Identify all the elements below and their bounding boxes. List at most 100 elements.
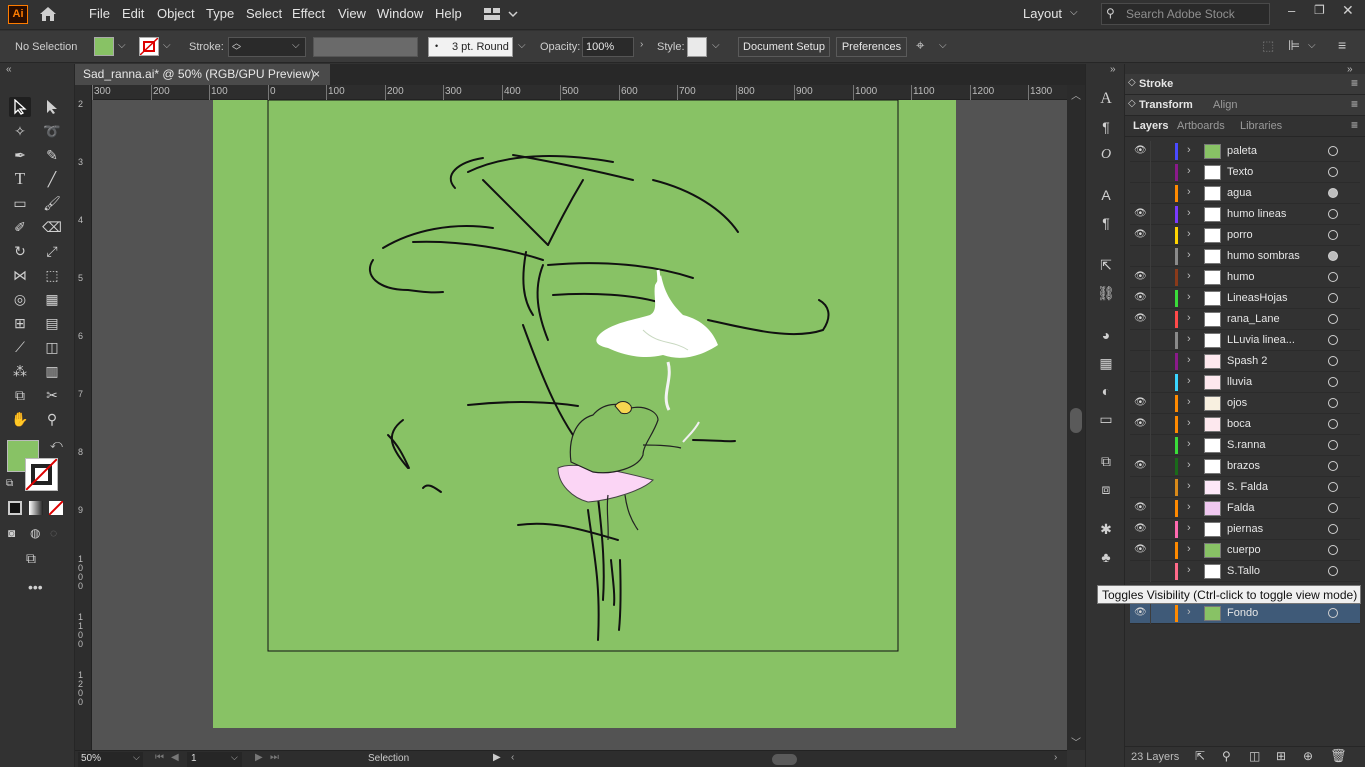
align-icon[interactable]: ⊫ (1288, 37, 1300, 54)
artboard-number-field[interactable]: 1 ⌵ (187, 752, 242, 767)
stroke-weight-stepper[interactable]: ︿ ﹀ ⌵ (228, 37, 306, 57)
lock-column[interactable] (1150, 183, 1151, 204)
visibility-eye-icon[interactable]: 👁 (1134, 271, 1147, 282)
variable-width-profile[interactable] (313, 37, 418, 57)
visibility-eye-icon[interactable]: 👁 (1134, 418, 1147, 429)
layer-row[interactable]: › Spash 2 (1130, 351, 1360, 372)
chevron-down-icon[interactable]: ⌵ (939, 40, 947, 51)
expand-icon[interactable]: ◇ (1128, 98, 1136, 109)
layer-row[interactable]: › lluvia (1130, 372, 1360, 393)
character-styles-icon[interactable]: A (1096, 185, 1116, 205)
lock-column[interactable] (1150, 330, 1151, 351)
menu-edit[interactable]: Edit (122, 6, 144, 21)
rectangle-tool-icon[interactable]: ▭ (9, 193, 31, 213)
layer-row[interactable]: 👁 › Falda (1130, 498, 1360, 519)
layer-row[interactable]: 👁 › ojos (1130, 393, 1360, 414)
layer-row[interactable]: 👁 › piernas (1130, 519, 1360, 540)
stock-search-field[interactable]: ⚲ Search Adobe Stock (1101, 3, 1270, 25)
visibility-eye-icon[interactable]: 👁 (1134, 208, 1147, 219)
screen-mode-icon[interactable]: ⧉ (26, 550, 36, 567)
layer-name[interactable]: cuerpo (1227, 544, 1261, 556)
transform-icon[interactable]: ⬚ (1262, 38, 1274, 54)
target-icon[interactable] (1328, 335, 1338, 345)
layer-row[interactable]: 👁 › Fondo (1130, 603, 1360, 624)
paintbrush-tool-icon[interactable]: 🖌 (41, 193, 63, 213)
tab-align[interactable]: Align (1213, 99, 1237, 111)
menu-type[interactable]: Type (206, 6, 234, 21)
edit-toolbar-icon[interactable]: ••• (28, 579, 43, 595)
layer-name[interactable]: S.ranna (1227, 439, 1266, 451)
chevron-down-icon[interactable]: ⌵ (292, 40, 300, 51)
arrange-documents-icon[interactable] (483, 7, 519, 21)
layer-name[interactable]: agua (1227, 187, 1251, 199)
layer-row[interactable]: › humo sombras (1130, 246, 1360, 267)
lock-column[interactable] (1150, 393, 1151, 414)
layer-name[interactable]: humo sombras (1227, 250, 1300, 262)
stroke-swatch[interactable] (139, 37, 159, 56)
type-tool-icon[interactable]: T (9, 169, 31, 189)
chevron-right-icon[interactable]: › (1187, 228, 1191, 240)
chevron-right-icon[interactable]: › (1187, 417, 1191, 429)
target-icon[interactable] (1328, 503, 1338, 513)
collapse-icon[interactable]: « (6, 64, 12, 75)
stroke-color-swatch[interactable] (25, 458, 58, 491)
visibility-eye-icon[interactable]: 👁 (1134, 397, 1147, 408)
chevron-down-icon[interactable]: ⌵ (118, 40, 126, 51)
brushes-icon[interactable]: ✱ (1096, 519, 1116, 539)
chevron-right-icon[interactable]: › (1187, 606, 1191, 618)
layer-name[interactable]: ojos (1227, 397, 1247, 409)
next-artboard-icon[interactable]: ▶ (255, 752, 263, 763)
visibility-eye-icon[interactable]: 👁 (1134, 523, 1147, 534)
layer-row[interactable]: › agua (1130, 183, 1360, 204)
tab-libraries[interactable]: Libraries (1240, 120, 1282, 132)
home-icon[interactable] (38, 4, 58, 24)
minimize-icon[interactable]: – (1288, 3, 1295, 18)
chevron-right-icon[interactable]: › (1187, 144, 1191, 156)
layer-row[interactable]: 👁 › LineasHojas (1130, 288, 1360, 309)
lock-column[interactable] (1150, 477, 1151, 498)
layer-row[interactable]: 👁 › rana_Lane (1130, 309, 1360, 330)
layer-row[interactable]: › S.ranna (1130, 435, 1360, 456)
target-icon[interactable] (1328, 419, 1338, 429)
shape-builder-tool-icon[interactable]: ◎ (9, 289, 31, 309)
target-icon[interactable] (1328, 167, 1338, 177)
target-icon[interactable] (1328, 398, 1338, 408)
eyedropper-tool-icon[interactable]: ⟋ (9, 337, 31, 357)
shaper-tool-icon[interactable]: ✐ (9, 217, 31, 237)
lock-column[interactable] (1150, 225, 1151, 246)
symbols-icon[interactable]: ♣ (1096, 547, 1116, 567)
first-artboard-icon[interactable]: ⏮ (155, 752, 164, 763)
chevron-right-icon[interactable]: › (1187, 312, 1191, 324)
tab-transform[interactable]: Transform (1139, 99, 1193, 111)
draw-inside-icon[interactable]: ◌ (50, 526, 57, 540)
gradient-tool-icon[interactable]: ▤ (41, 313, 63, 333)
layer-name[interactable]: brazos (1227, 460, 1260, 472)
chevron-right-icon[interactable]: › (1187, 165, 1191, 177)
lasso-tool-icon[interactable]: ➰ (41, 121, 63, 141)
target-icon[interactable] (1328, 209, 1338, 219)
layer-row[interactable]: › S.Tallo (1130, 561, 1360, 582)
layer-name[interactable]: S.Tallo (1227, 565, 1260, 577)
draw-behind-icon[interactable]: ◍ (30, 526, 40, 540)
chevron-down-icon[interactable]: ﹀ (1071, 734, 1081, 749)
opacity-field[interactable]: 100% (582, 37, 634, 57)
workspace-switcher[interactable]: Layout (1023, 6, 1062, 21)
chevron-right-icon[interactable]: › (1187, 396, 1191, 408)
layer-row[interactable]: › Texto (1130, 162, 1360, 183)
delete-layer-icon[interactable]: 🗑 (1330, 748, 1347, 764)
clipping-mask-icon[interactable]: ◫ (1249, 749, 1260, 763)
chevron-down-icon[interactable]: ⌵ (712, 40, 720, 51)
menu-view[interactable]: View (338, 6, 366, 21)
direct-selection-tool-icon[interactable] (41, 97, 63, 117)
chevron-right-icon[interactable]: › (1187, 291, 1191, 303)
lock-column[interactable] (1150, 267, 1151, 288)
target-icon[interactable] (1328, 188, 1338, 198)
lock-column[interactable] (1150, 414, 1151, 435)
menu-select[interactable]: Select (246, 6, 282, 21)
line-tool-icon[interactable]: ╱ (41, 169, 63, 189)
target-icon[interactable] (1328, 293, 1338, 303)
chevron-right-icon[interactable]: › (640, 39, 643, 50)
transparency-icon[interactable]: ◐ (1096, 381, 1116, 401)
chevron-right-icon[interactable]: › (1187, 375, 1191, 387)
menu-effect[interactable]: Effect (292, 6, 325, 21)
